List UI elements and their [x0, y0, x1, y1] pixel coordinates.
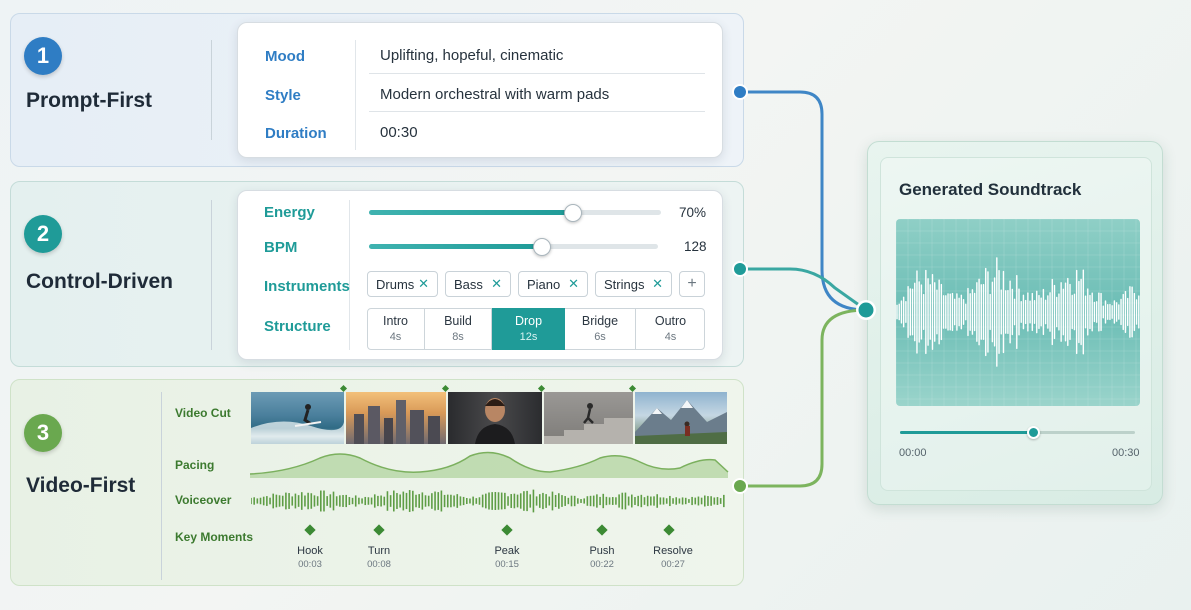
playback-track[interactable] [900, 431, 1135, 434]
end-time: 00:30 [1112, 447, 1140, 459]
input-node [856, 300, 876, 320]
playback-progress [900, 431, 1034, 434]
start-time: 00:00 [899, 447, 927, 459]
